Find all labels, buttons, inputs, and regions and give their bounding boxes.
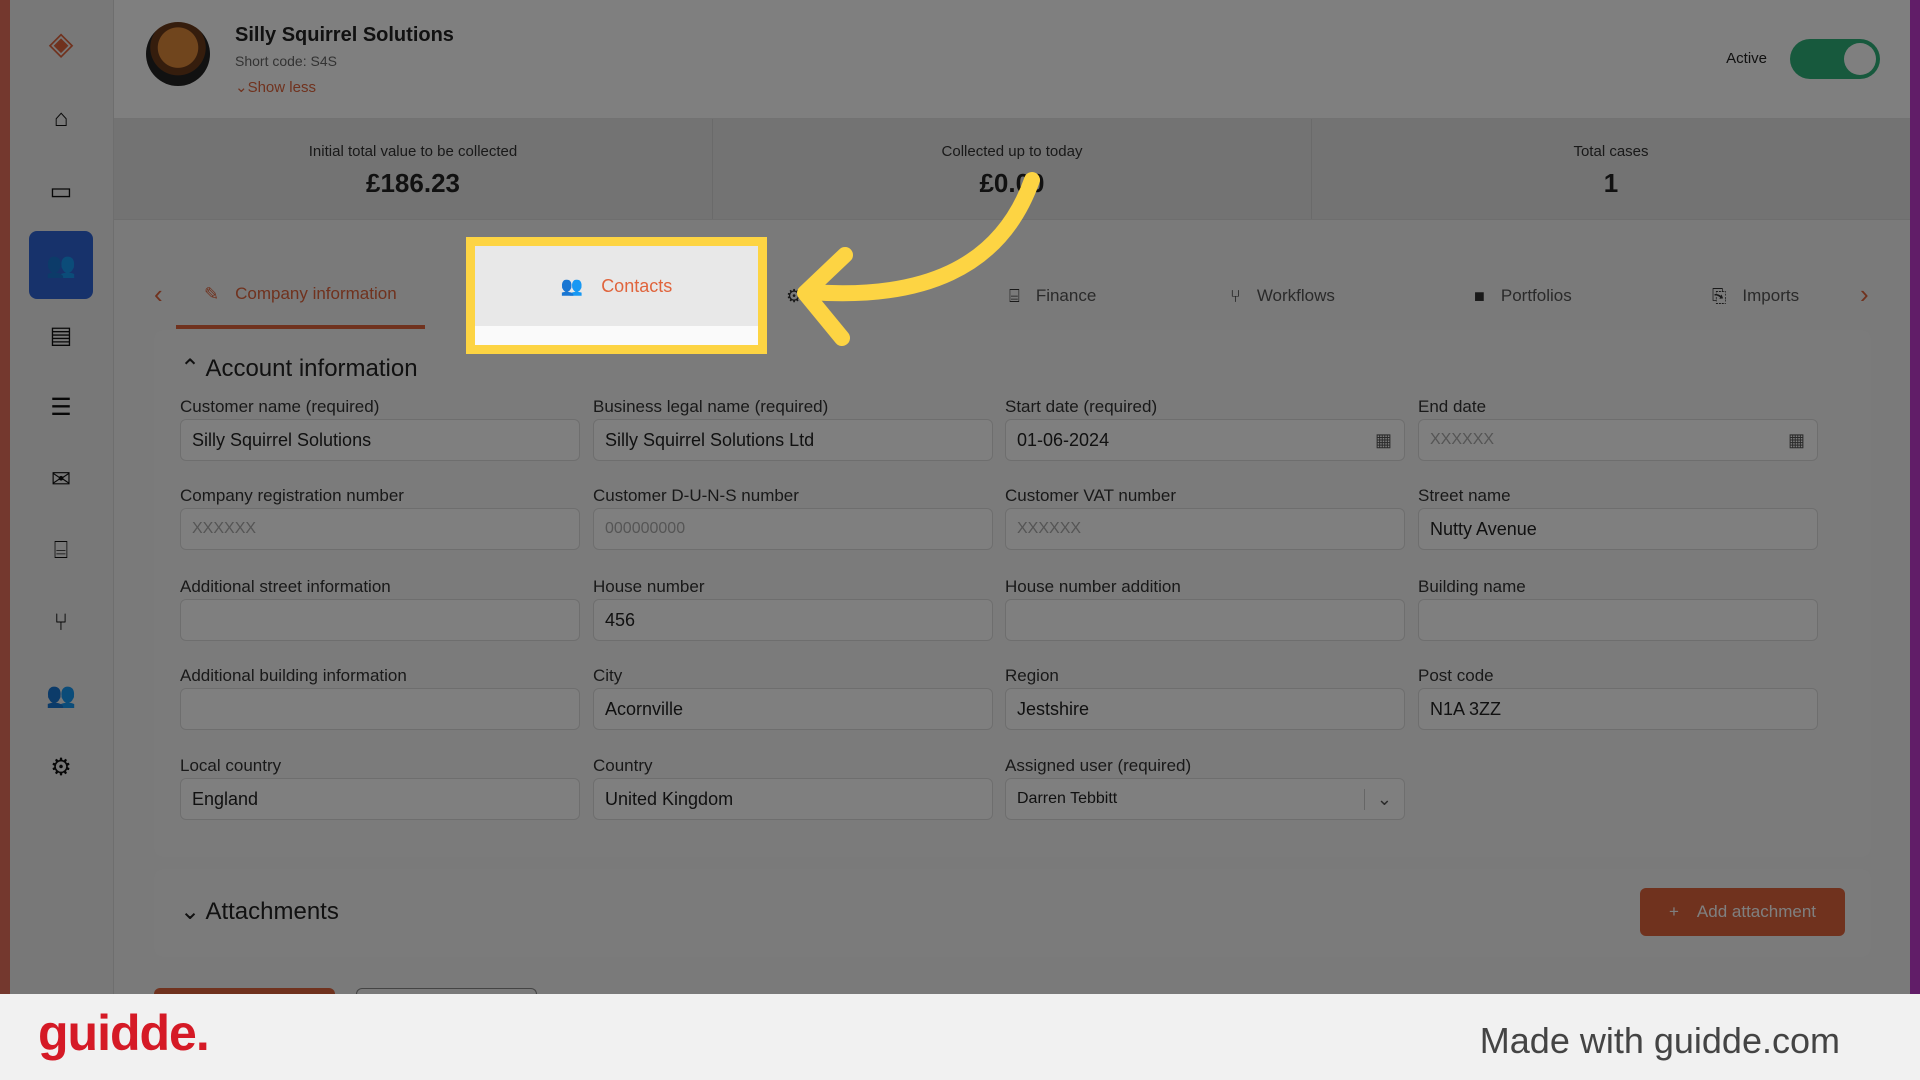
guidde-logo: guidde.	[38, 1005, 210, 1061]
pointer-arrow	[797, 172, 1040, 346]
made-with-text: Made with guidde.com	[1479, 1020, 1840, 1061]
footer: guidde. Made with guidde.com	[0, 994, 1920, 1080]
arrow-curve	[802, 172, 1040, 302]
